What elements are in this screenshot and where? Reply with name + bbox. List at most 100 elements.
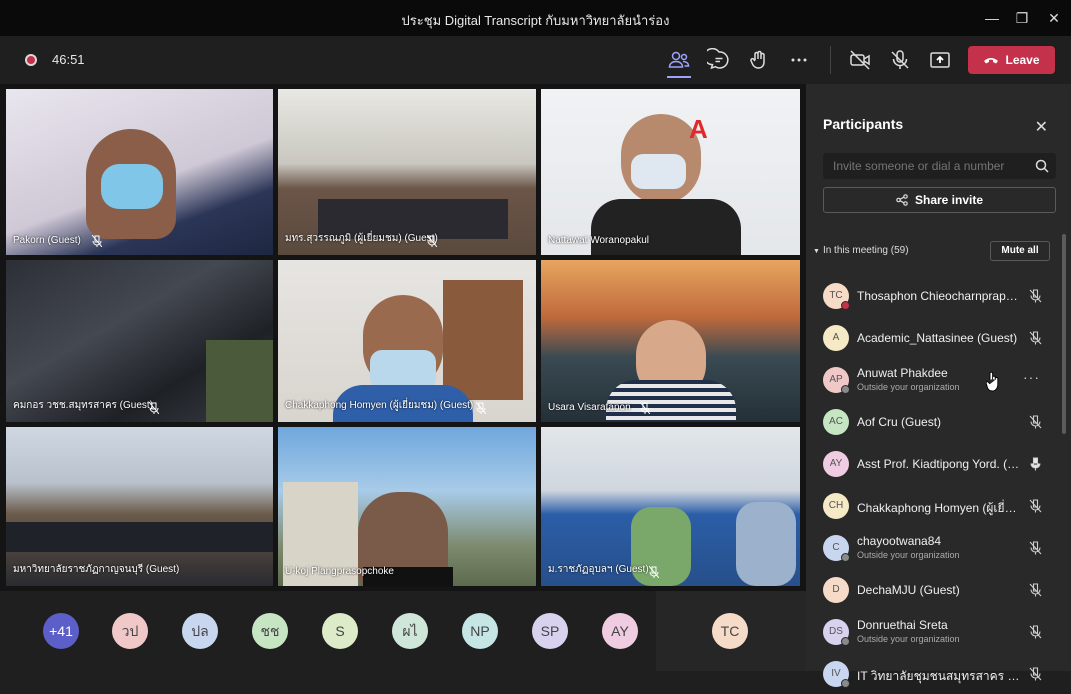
presence-status-icon [841, 385, 850, 394]
participant-row[interactable]: AC Aof Cru (Guest) [806, 402, 1071, 442]
participant-subtitle: Outside your organization [857, 634, 960, 644]
meeting-toolbar: 46:51 Leave [0, 36, 1071, 84]
video-tile[interactable]: คมกอร วชช.สมุทรสาคร (Guest) [6, 260, 273, 422]
avatar[interactable]: NP [462, 613, 498, 649]
participant-name: DechaMJU (Guest) [857, 583, 960, 597]
mic-off-icon[interactable] [1029, 541, 1042, 555]
reactions-icon[interactable] [747, 48, 771, 72]
avatar[interactable]: S [322, 613, 358, 649]
mic-off-icon[interactable] [1029, 499, 1042, 513]
video-tile[interactable]: Pakorn (Guest) [6, 89, 273, 255]
participant-name: Donruethai Sreta [857, 618, 948, 632]
participant-row[interactable]: Cchayootwana84 Outside your organization [806, 528, 1071, 568]
participant-row[interactable]: IVIT วิทยาลัยชุมชนสมุทรสาคร (Gue... [806, 654, 1071, 694]
avatar: AC [823, 409, 849, 435]
chevron-down-icon: ▼ [813, 248, 820, 255]
mic-off-icon[interactable] [1029, 667, 1042, 681]
avatar[interactable]: SP [532, 613, 568, 649]
share-invite-button[interactable]: Share invite [823, 187, 1056, 213]
avatar[interactable]: AY [602, 613, 638, 649]
avatar[interactable]: ปล [182, 613, 218, 649]
participant-row[interactable]: A Academic_Nattasinee (Guest) [806, 318, 1071, 358]
active-tab-indicator [667, 76, 691, 78]
participant-row[interactable]: DS Donruethai Sreta Outside your organizat… [806, 612, 1071, 652]
avatar[interactable]: วป [112, 613, 148, 649]
close-window-icon[interactable]: ✕ [1044, 8, 1064, 28]
mic-off-icon[interactable] [1029, 289, 1042, 303]
share-tray-icon[interactable] [928, 48, 952, 72]
presence-status-icon [841, 553, 850, 562]
in-meeting-section[interactable]: ▼ In this meeting (59) [813, 245, 909, 256]
mic-off-icon [149, 402, 159, 414]
mic-off-icon[interactable] [1029, 415, 1042, 429]
video-tile[interactable]: ม.ราชภัฏอุบลฯ (Guest) [541, 427, 800, 586]
avatar[interactable]: TC [712, 613, 748, 649]
participant-name: Pakorn (Guest) [13, 235, 81, 246]
scrollbar[interactable] [1062, 234, 1066, 434]
meeting-timer: 46:51 [52, 52, 85, 67]
section-label: In this meeting (59) [822, 245, 909, 256]
mic-off-icon [649, 566, 659, 578]
participant-name: IT วิทยาลัยชุมชนสมุทรสาคร (Gue... [857, 669, 1022, 683]
participant-name: มทร.สุวรรณภูมิ (ผู้เยี่ยมชม) (Guest) [285, 233, 438, 244]
participants-panel: Participants ✕ Share invite ▼In this mee… [806, 84, 1071, 688]
chat-icon[interactable] [703, 47, 731, 72]
toolbar-divider [830, 46, 831, 74]
participant-name: ม.ราชภัฏอุบลฯ (Guest) [548, 564, 649, 575]
participant-row[interactable]: AP Anuwat Phakdee Outside your organizatio… [806, 360, 1071, 400]
participant-row[interactable]: CH Chakkaphong Homyen (ผู้เยี่ยม... [806, 486, 1071, 526]
mic-off-icon [427, 235, 437, 247]
search-icon[interactable] [1035, 159, 1049, 173]
participant-name: มหาวิทยาลัยราชภัฏกาญจนบุรี (Guest) [13, 564, 180, 575]
avatar: AY [823, 451, 849, 477]
overflow-avatar-strip: +41 วป ปล ชช S ผไ NP SP AY TC [0, 591, 806, 671]
video-tile[interactable]: U-koj Plangprasopchoke [278, 427, 536, 586]
mic-off-icon[interactable] [1029, 583, 1042, 597]
participants-icon[interactable] [667, 48, 691, 72]
avatar[interactable]: ผไ [392, 613, 428, 649]
mic-off-icon [92, 235, 102, 247]
video-tile[interactable]: มหาวิทยาลัยราชภัฏกาญจนบุรี (Guest) [6, 427, 273, 586]
more-participants-avatar[interactable]: +41 [43, 613, 79, 649]
participant-subtitle: Outside your organization [857, 550, 960, 560]
presence-status-icon [841, 637, 850, 646]
participant-row[interactable]: AY Asst Prof. Kiadtipong Yord. (G... [806, 444, 1071, 484]
participant-row[interactable]: D DechaMJU (Guest) [806, 570, 1071, 610]
video-tile[interactable]: Usara Visaratanon [541, 260, 800, 422]
leave-button[interactable]: Leave [968, 46, 1055, 74]
mic-off-icon[interactable] [888, 48, 912, 72]
hang-up-icon [984, 58, 999, 64]
more-options-icon[interactable]: ··· [1023, 369, 1040, 385]
avatar: D [823, 577, 849, 603]
avatar: A [823, 325, 849, 351]
video-tile[interactable]: A Nattawat Woranopakul [541, 89, 800, 255]
video-tile[interactable]: มทร.สุวรรณภูมิ (ผู้เยี่ยมชม) (Guest) [278, 89, 536, 255]
participant-subtitle: Outside your organization [857, 382, 960, 392]
hand-cursor-icon [986, 371, 999, 392]
leave-label: Leave [1005, 53, 1040, 67]
window-title: ประชุม Digital Transcript กับมหาวิทยาลัย… [401, 13, 670, 28]
title-bar: ประชุม Digital Transcript กับมหาวิทยาลัย… [0, 0, 1071, 36]
mic-icon[interactable] [1029, 457, 1042, 471]
close-icon[interactable]: ✕ [1035, 117, 1048, 137]
mic-off-icon[interactable] [1029, 331, 1042, 345]
minimize-icon[interactable]: — [982, 8, 1002, 28]
mic-off-icon [476, 402, 486, 414]
avatar[interactable]: ชช [252, 613, 288, 649]
mic-off-icon [640, 402, 650, 414]
more-icon[interactable] [787, 48, 811, 72]
participant-name: Usara Visaratanon [548, 402, 631, 413]
video-tile[interactable]: Chakkaphong Homyen (ผู้เยี่ยมชม) (Guest) [278, 260, 536, 422]
participant-row[interactable]: TC Thosaphon Chieocharnpraphan [806, 276, 1071, 316]
panel-title: Participants [823, 116, 904, 132]
invite-input[interactable] [823, 153, 1056, 179]
mute-all-button[interactable]: Mute all [990, 241, 1050, 261]
maximize-icon[interactable]: ❐ [1012, 8, 1032, 28]
participant-name: chayootwana84 [857, 534, 942, 548]
participant-name: Chakkaphong Homyen (ผู้เยี่ยมชม) (Guest) [285, 400, 474, 411]
mic-off-icon[interactable] [1029, 625, 1042, 639]
participant-name: Thosaphon Chieocharnpraphan [857, 289, 1022, 303]
avatar: CH [823, 493, 849, 519]
camera-off-icon[interactable] [848, 48, 872, 72]
participant-name: คมกอร วชช.สมุทรสาคร (Guest) [13, 400, 154, 411]
